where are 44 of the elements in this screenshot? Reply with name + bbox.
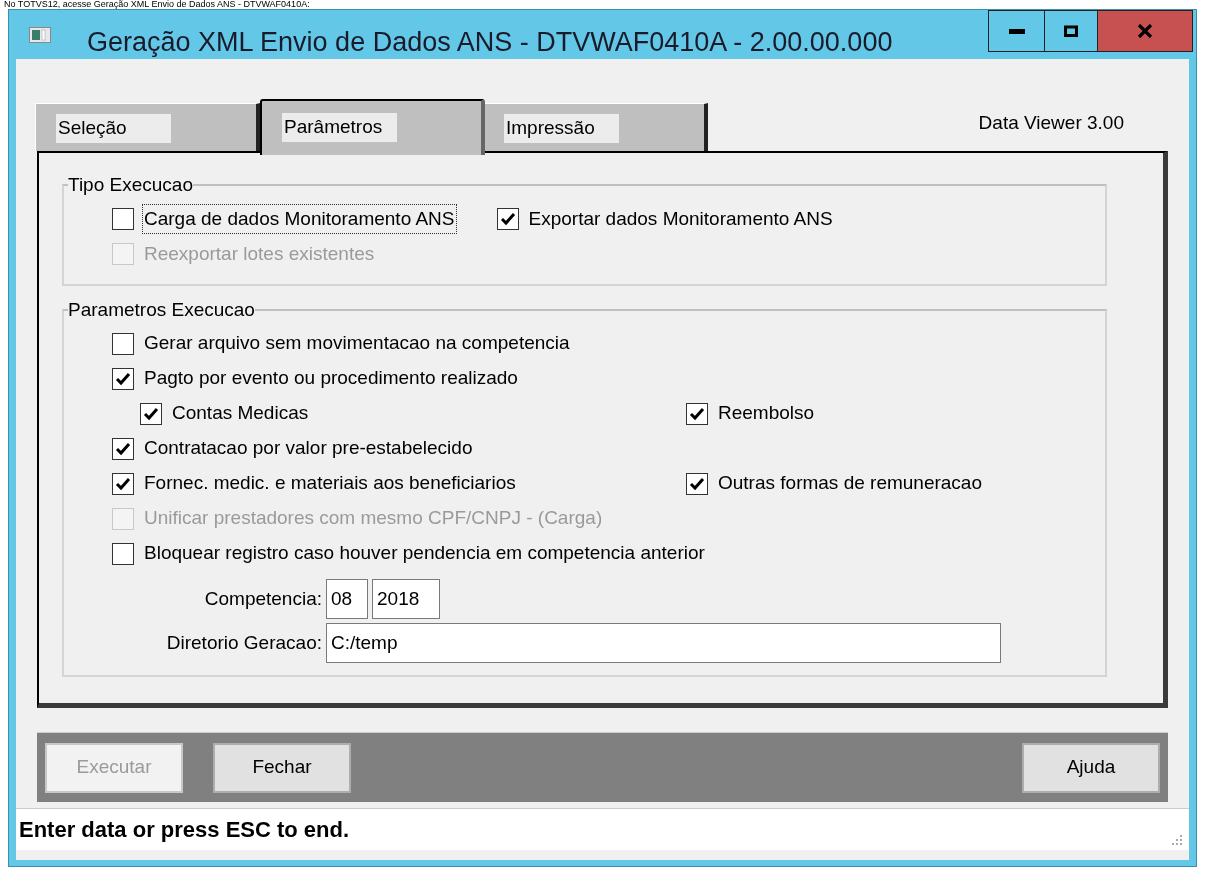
input-field[interactable]: 08 (326, 579, 368, 619)
checkbox-label: Reexportar lotes existentes (143, 241, 376, 266)
input-field[interactable]: 2018 (372, 579, 440, 619)
checkbox-label: Contas Medicas (171, 401, 310, 426)
caption-text: No TOTVS12, acesse Geração XML Envio de Dados ANS - DTVWAF0410A: (3, 0, 311, 9)
tab[interactable]: Seleção (35, 103, 260, 151)
group-title: Parametros Execucao (68, 297, 255, 322)
minimize-icon (1008, 28, 1025, 34)
checkbox-label: Contratacao por valor pre-estabelecido (143, 436, 474, 461)
field-label: Competencia: (203, 586, 322, 611)
checkbox[interactable] (112, 437, 134, 460)
checkbox[interactable] (140, 402, 162, 425)
checkbox-label: Bloquear registro caso houver pendencia em competencia anterior (143, 541, 706, 566)
resize-grip-icon (1171, 834, 1183, 846)
window-title: Geração XML Envio de Dados ANS - DTVWAF0410A - 2.00.00.000 (87, 26, 893, 59)
checkbox[interactable] (112, 472, 134, 495)
checkbox-label: Outras formas de remuneracao (717, 471, 983, 496)
app-icon (29, 27, 51, 43)
button[interactable]: Ajuda (1022, 742, 1160, 793)
checkbox[interactable] (112, 367, 134, 390)
maximize-icon (1064, 25, 1078, 37)
version-label: Data Viewer 3.00 (978, 110, 1124, 135)
checkbox[interactable] (112, 208, 134, 230)
checkbox-label: Exportar dados Monitoramento ANS (527, 206, 834, 231)
field-label: Diretorio Geracao: (165, 630, 322, 655)
input-field[interactable]: C:/temp (326, 623, 1001, 663)
checkbox-label: Unificar prestadores com mesmo CPF/CNPJ - (Carga) (143, 506, 604, 531)
checkbox-label: Gerar arquivo sem movimentacao na competencia (143, 331, 571, 356)
checkbox-label: Pagto por evento ou procedimento realizado (143, 366, 519, 391)
status-bar: Enter data or press ESC to end. (16, 808, 1189, 850)
checkbox[interactable] (686, 402, 708, 425)
checkbox-label: Carga de dados Monitoramento ANS (142, 203, 457, 235)
tab[interactable]: Parâmetros (260, 99, 485, 155)
checkbox-label: Reembolso (717, 401, 816, 426)
group-title: Tipo Execucao (68, 173, 193, 197)
tab[interactable]: Impressão (483, 103, 708, 151)
close-icon (1137, 24, 1153, 38)
checkbox[interactable] (686, 472, 708, 495)
close-button[interactable] (1098, 11, 1192, 51)
checkbox-label: Fornec. medic. e materiais aos beneficiarios (143, 471, 517, 496)
checkbox[interactable] (112, 332, 134, 355)
checkbox[interactable] (112, 542, 134, 565)
button[interactable]: Fechar (213, 742, 351, 793)
checkbox[interactable] (496, 208, 519, 230)
